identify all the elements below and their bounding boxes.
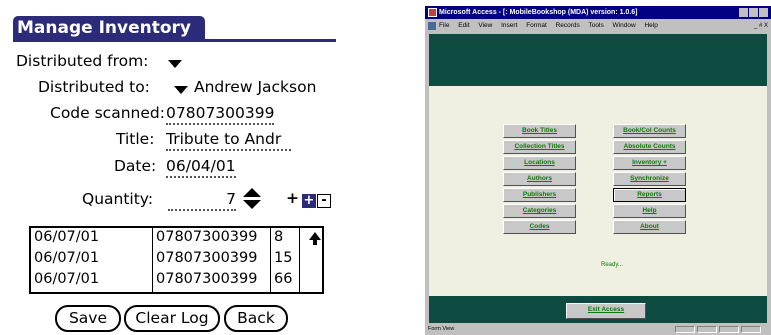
scroll-up-arrow-stem bbox=[313, 239, 317, 245]
distributed-to-value[interactable]: Andrew Jackson bbox=[194, 78, 316, 96]
distributed-to-dropdown[interactable] bbox=[174, 86, 188, 94]
status-panel bbox=[741, 326, 761, 333]
log-row-code: 07807300399 bbox=[156, 250, 258, 266]
collection-titles-button[interactable]: Collection Titles bbox=[503, 140, 576, 154]
menu-insert[interactable]: Insert bbox=[501, 22, 517, 29]
log-row-qty: 66 bbox=[274, 271, 293, 287]
log-row-date: 06/07/01 bbox=[34, 250, 100, 266]
menu-file[interactable]: File bbox=[439, 22, 449, 29]
quantity-decrement-arrow[interactable] bbox=[243, 200, 261, 209]
log-row-code: 07807300399 bbox=[156, 271, 258, 287]
close-icon[interactable] bbox=[759, 8, 768, 17]
date-label: Date: bbox=[114, 157, 157, 175]
quantity-field[interactable]: 7 bbox=[168, 190, 236, 211]
status-bar-text: Form View bbox=[428, 326, 455, 332]
quantity-label: Quantity: bbox=[82, 190, 154, 208]
codes-button[interactable]: Codes bbox=[503, 220, 576, 234]
clear-log-button[interactable]: Clear Log bbox=[124, 305, 220, 332]
locations-button[interactable]: Locations bbox=[503, 156, 576, 170]
log-row-date: 06/07/01 bbox=[34, 271, 100, 287]
publishers-button[interactable]: Publishers bbox=[503, 188, 576, 202]
title-label: Title: bbox=[116, 130, 155, 148]
status-panel bbox=[675, 326, 695, 333]
categories-button[interactable]: Categories bbox=[503, 204, 576, 218]
log-row-date: 06/07/01 bbox=[34, 229, 100, 245]
distributed-from-dropdown[interactable] bbox=[168, 60, 182, 68]
window-title: Microsoft Access - [: MobileBookshop (MD… bbox=[439, 9, 638, 16]
window-controls bbox=[738, 8, 768, 17]
status-panel bbox=[719, 326, 739, 333]
reports-button[interactable]: Reports bbox=[613, 188, 686, 202]
menu-view[interactable]: View bbox=[478, 22, 492, 29]
synchronize-button[interactable]: Synchronize bbox=[613, 172, 686, 186]
switchboard-body: Book Titles Collection Titles Locations … bbox=[429, 86, 767, 296]
minus-toggle-button[interactable]: - bbox=[317, 194, 331, 208]
access-app-icon[interactable] bbox=[428, 8, 437, 17]
menu-records[interactable]: Records bbox=[556, 22, 580, 29]
maximize-icon[interactable] bbox=[749, 8, 758, 17]
absolute-counts-button[interactable]: Absolute Counts bbox=[613, 140, 686, 154]
menu-help[interactable]: Help bbox=[644, 22, 657, 29]
menu-edit[interactable]: Edit bbox=[458, 22, 469, 29]
log-row-qty: 15 bbox=[274, 250, 293, 266]
exit-access-button[interactable]: Exit Access bbox=[566, 303, 646, 319]
distributed-to-label: Distributed to: bbox=[38, 78, 150, 96]
book-titles-button[interactable]: Book Titles bbox=[503, 124, 576, 138]
menu-tools[interactable]: Tools bbox=[589, 22, 604, 29]
plus-sign: + bbox=[286, 189, 299, 207]
date-field[interactable]: 06/04/01 bbox=[166, 157, 236, 178]
code-scanned-field[interactable]: 07807300399 bbox=[166, 104, 275, 125]
menu-format[interactable]: Format bbox=[526, 22, 547, 29]
title-field[interactable]: Tribute to Andr bbox=[166, 130, 291, 151]
distributed-from-label: Distributed from: bbox=[16, 52, 149, 70]
help-button[interactable]: Help bbox=[613, 204, 686, 218]
palm-screen: Manage Inventory Distributed from: Distr… bbox=[0, 0, 343, 335]
status-panel bbox=[697, 326, 717, 333]
access-window: Microsoft Access - [: MobileBookshop (MD… bbox=[425, 6, 771, 335]
form-title: Manage Inventory bbox=[13, 16, 205, 41]
code-scanned-label: Code scanned: bbox=[50, 104, 165, 122]
plus-toggle-button[interactable]: + bbox=[302, 194, 316, 208]
log-row-code: 07807300399 bbox=[156, 229, 258, 245]
minimize-icon[interactable] bbox=[739, 8, 748, 17]
window-titlebar[interactable]: Microsoft Access - [: MobileBookshop (MD… bbox=[425, 6, 771, 19]
book-col-counts-button[interactable]: Book/Col Counts bbox=[613, 124, 686, 138]
inventory-plus-button[interactable]: Inventory + bbox=[613, 156, 686, 170]
document-icon[interactable] bbox=[428, 22, 436, 30]
title-underline bbox=[13, 39, 336, 42]
authors-button[interactable]: Authors bbox=[503, 172, 576, 186]
log-row-qty: 8 bbox=[274, 229, 284, 245]
inventory-log-table[interactable]: 06/07/01 07807300399 8 06/07/01 07807300… bbox=[29, 226, 324, 294]
save-button[interactable]: Save bbox=[55, 305, 121, 332]
status-bar: Form View bbox=[425, 324, 771, 335]
menu-bar: File Edit View Insert Format Records Too… bbox=[425, 19, 771, 33]
form-header-band bbox=[429, 34, 767, 86]
quantity-increment-arrow[interactable] bbox=[243, 188, 261, 197]
about-button[interactable]: About bbox=[613, 220, 686, 234]
menu-window[interactable]: Window bbox=[613, 22, 636, 29]
back-button[interactable]: Back bbox=[224, 305, 288, 332]
document-window-controls[interactable]: _ # X bbox=[754, 22, 768, 30]
status-message: Ready... bbox=[601, 262, 623, 268]
